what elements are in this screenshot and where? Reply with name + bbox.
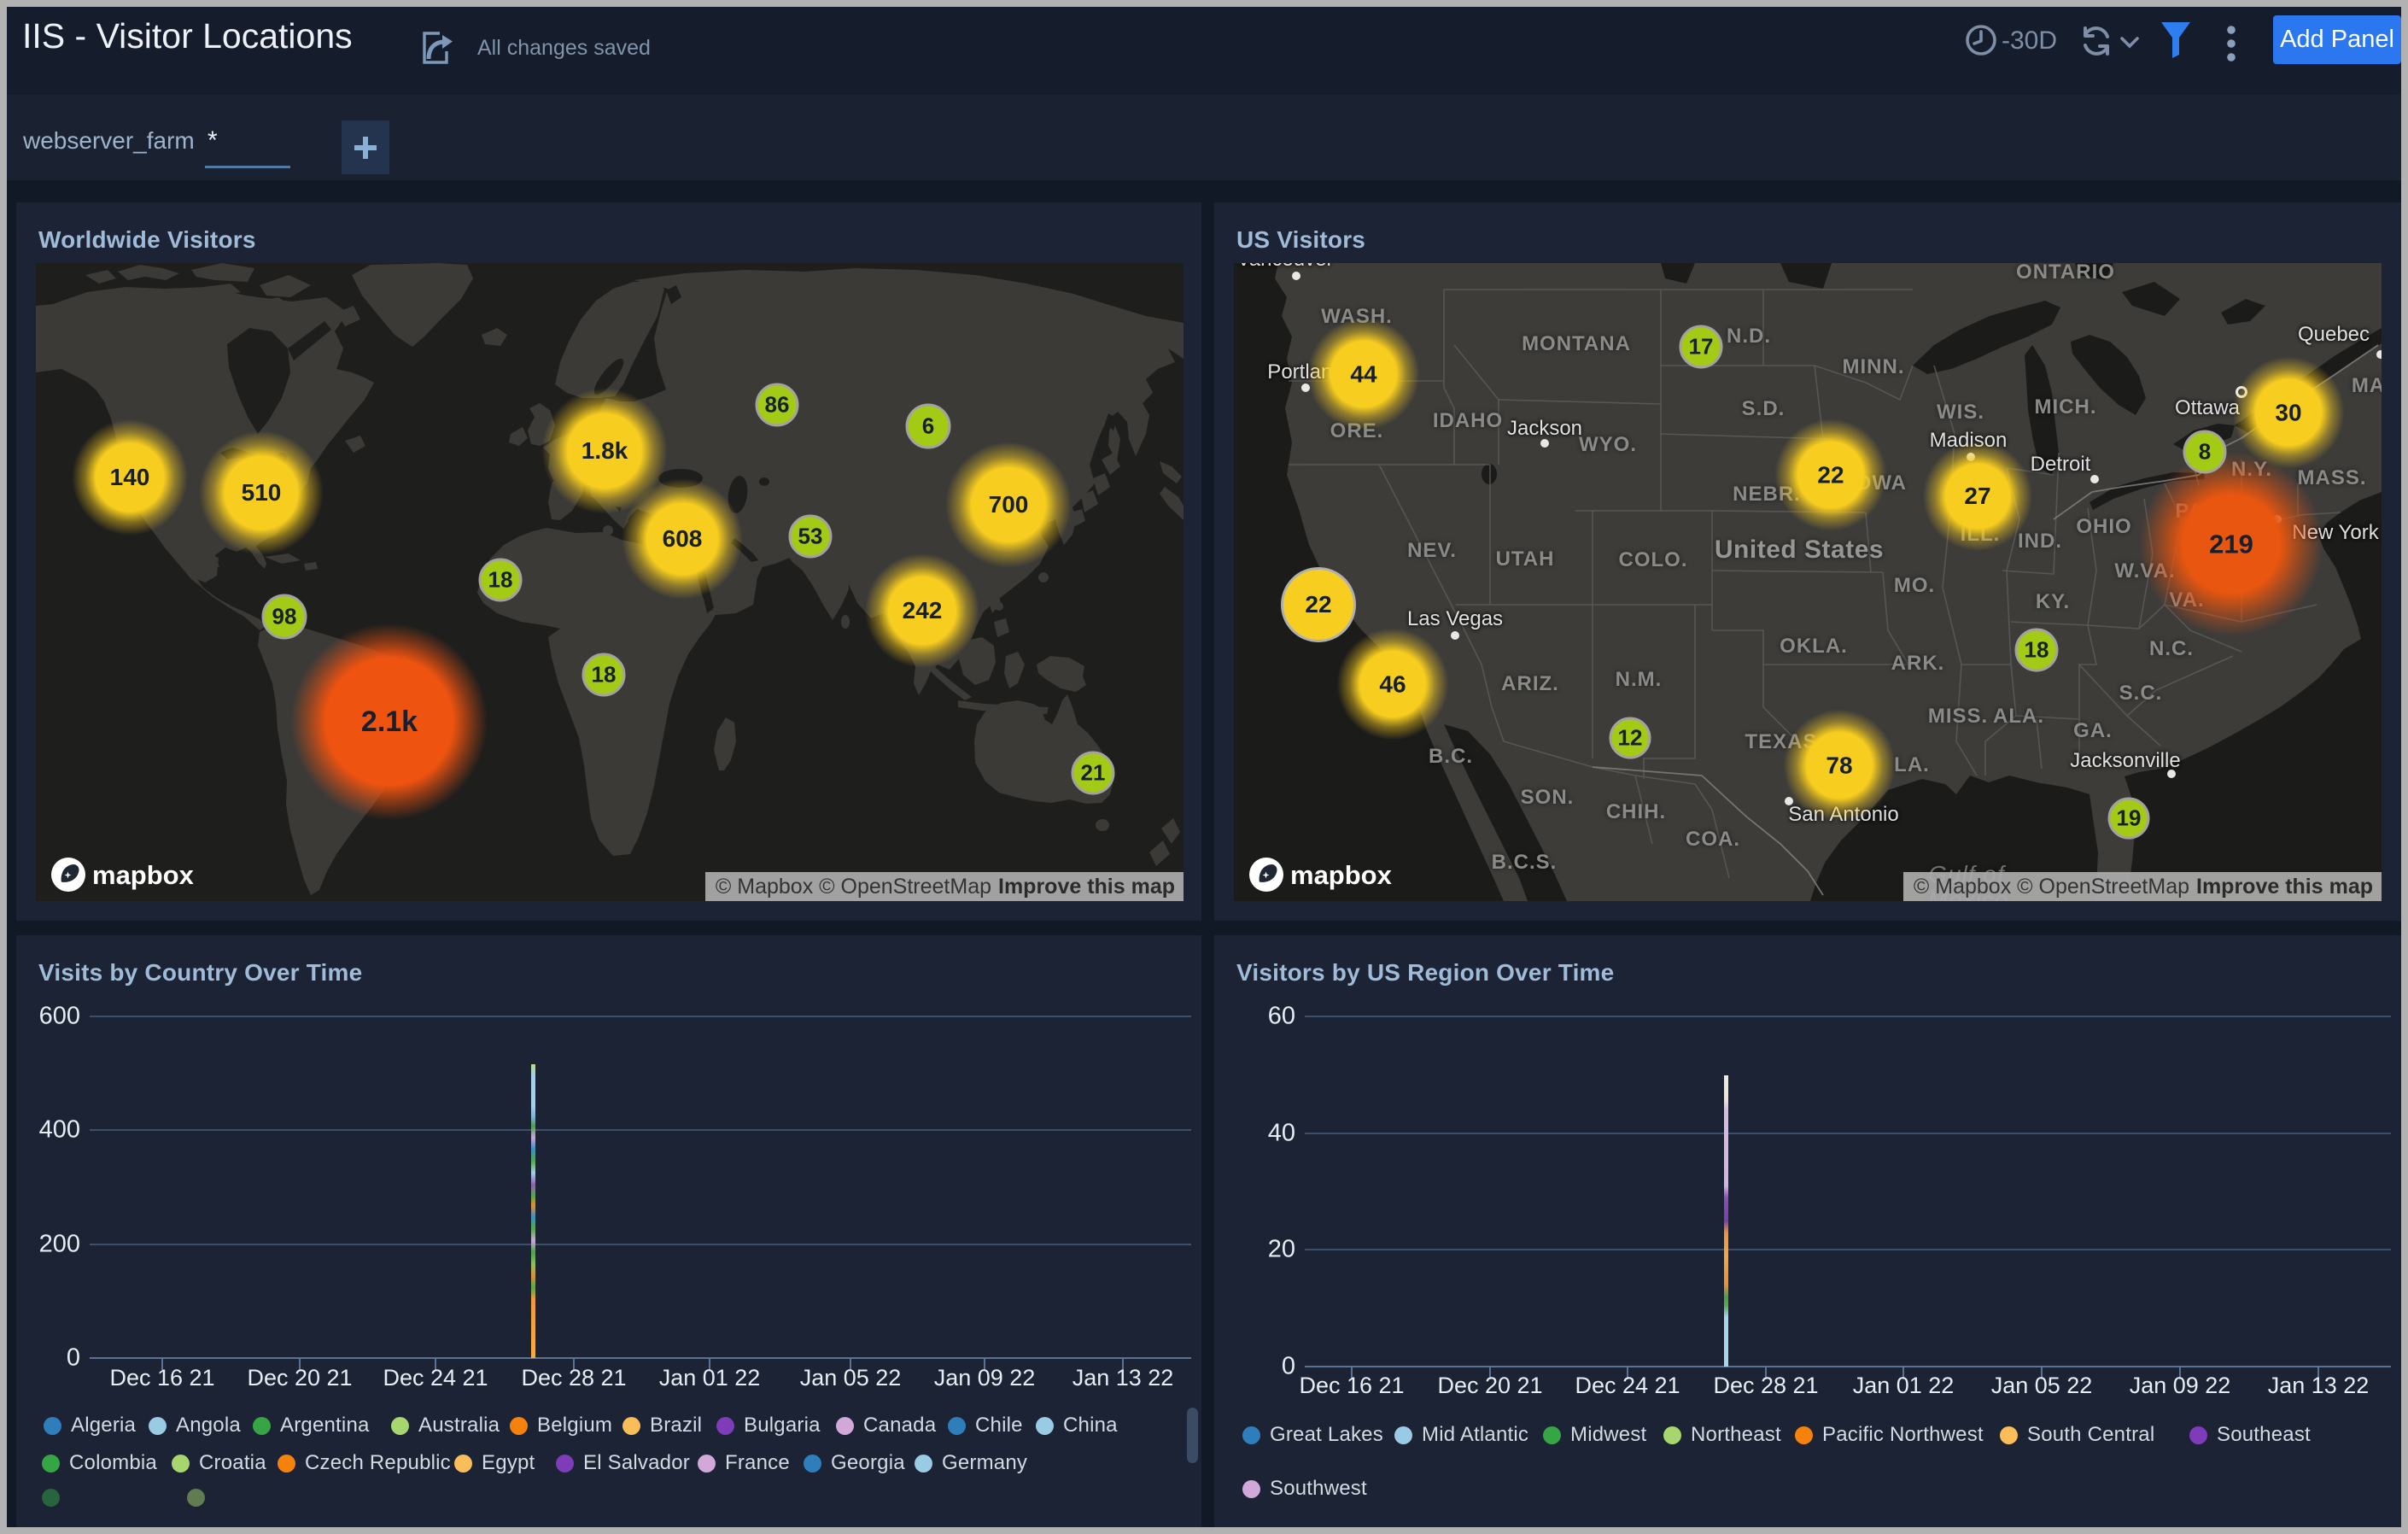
svg-text:mapbox: mapbox: [92, 860, 195, 890]
svg-text:mapbox: mapbox: [1290, 860, 1393, 890]
